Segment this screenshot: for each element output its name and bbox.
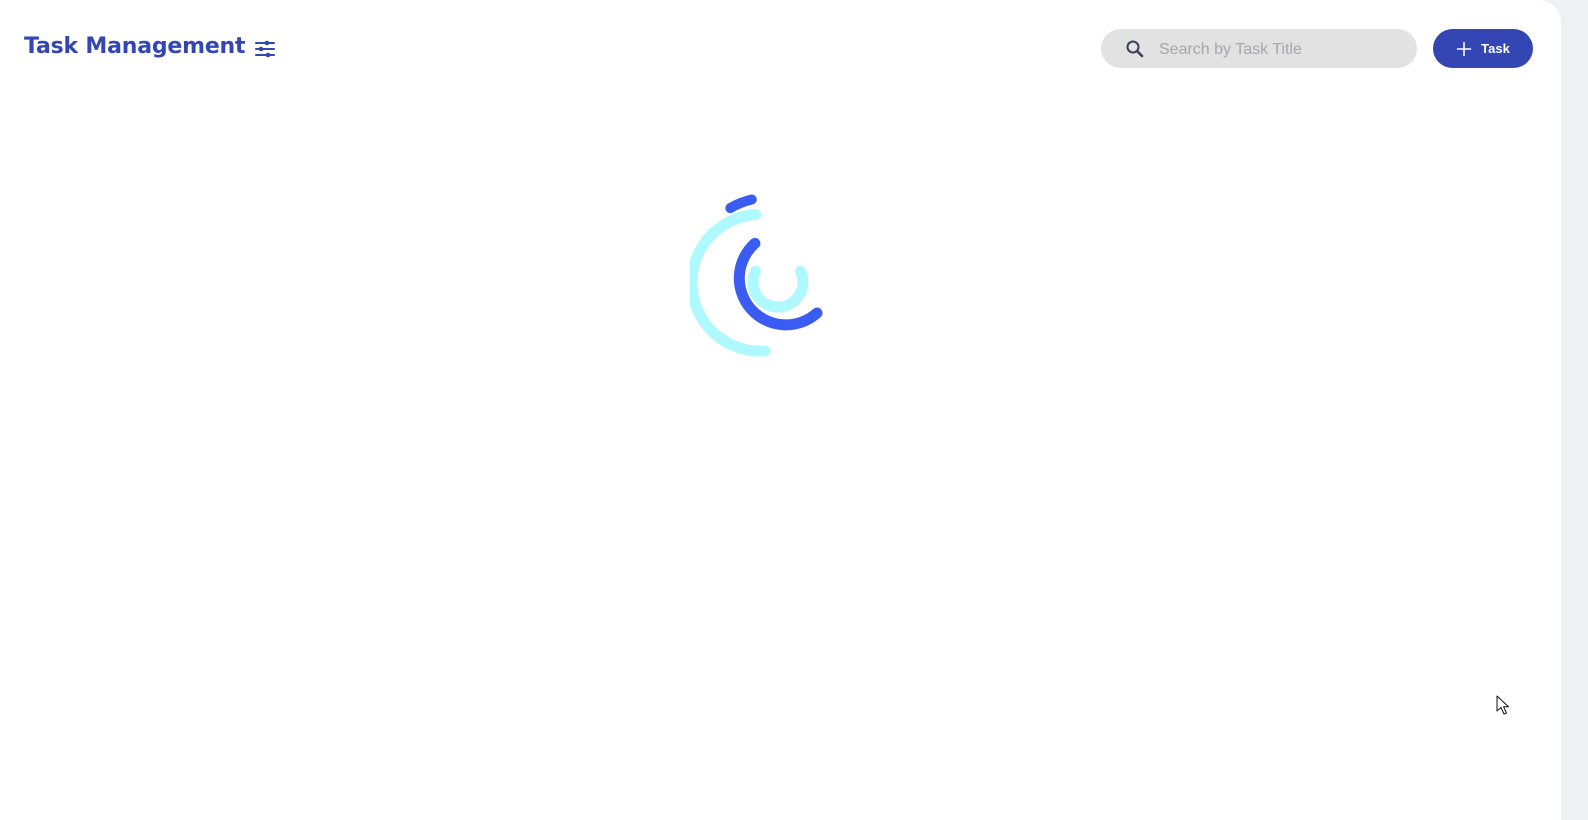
search-bar[interactable] [1101, 29, 1417, 70]
main-panel: Task Management Task [0, 0, 1561, 820]
page-title: Task Management [24, 34, 246, 59]
add-task-button[interactable]: Task [1433, 29, 1533, 68]
search-icon [1126, 40, 1144, 58]
search-input[interactable] [1157, 29, 1411, 70]
loading-spinner [690, 194, 823, 357]
add-task-label: Task [1481, 41, 1510, 56]
sliders-icon [255, 40, 275, 58]
filter-button[interactable] [250, 34, 280, 64]
mouse-cursor-icon [1496, 695, 1509, 715]
plus-icon [1456, 41, 1472, 56]
